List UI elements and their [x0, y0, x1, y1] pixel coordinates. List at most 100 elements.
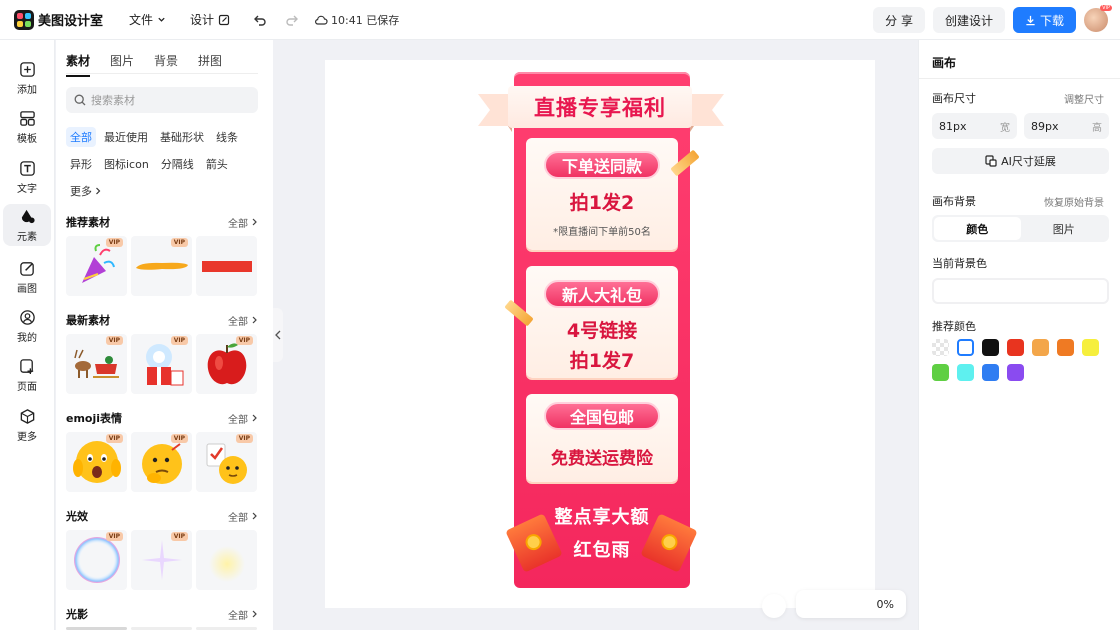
seg-color[interactable]: 颜色: [934, 217, 1021, 240]
undo-icon: [254, 15, 266, 26]
material-thumb[interactable]: VIP: [196, 334, 257, 394]
zoom-control[interactable]: 0%: [796, 590, 906, 618]
zoom-help-button[interactable]: [762, 594, 786, 618]
plus-square-icon: [19, 61, 35, 77]
material-thumb[interactable]: VIP: [131, 236, 192, 296]
share-button[interactable]: 分 享: [873, 7, 925, 33]
vip-tag: VIP: [170, 238, 188, 247]
chip-recent[interactable]: 最近使用: [100, 127, 152, 147]
rail-item-add[interactable]: 添加: [3, 57, 51, 99]
draw-icon: [19, 261, 34, 276]
rail-item-text[interactable]: 文字: [3, 156, 51, 198]
material-thumb[interactable]: VIP: [196, 432, 257, 492]
seg-image[interactable]: 图片: [1021, 217, 1108, 240]
snowglobe-gift-icon: [145, 344, 183, 386]
swatch-light-orange[interactable]: [1032, 339, 1049, 356]
section-emoji-grid: VIP VIP VIP: [66, 432, 261, 492]
design-menu[interactable]: 设计: [190, 11, 230, 28]
swatch-green[interactable]: [932, 364, 949, 381]
search-input[interactable]: [91, 93, 241, 107]
swatch-transparent[interactable]: [932, 339, 949, 356]
chip-more[interactable]: 更多: [66, 181, 106, 201]
restore-bg-link[interactable]: 恢复原始背景: [1044, 194, 1104, 209]
rail-item-page[interactable]: 页面: [3, 354, 51, 396]
chip-irregular[interactable]: 异形: [66, 154, 96, 174]
scared-emoji-icon: [72, 441, 121, 483]
section-all-link[interactable]: 全部: [228, 509, 258, 524]
material-thumb[interactable]: VIP: [66, 236, 127, 296]
search-box[interactable]: [66, 87, 258, 113]
material-thumb[interactable]: VIP: [131, 432, 192, 492]
chip-icons[interactable]: 图标icon: [100, 154, 153, 174]
rail-item-draw[interactable]: 画图: [3, 256, 51, 298]
section-all-link[interactable]: 全部: [228, 215, 258, 230]
chip-arrows[interactable]: 箭头: [202, 154, 232, 174]
rail-item-mine[interactable]: 我的: [3, 305, 51, 347]
canvas-properties-panel: 画布 画布尺寸 调整尺寸 81px 宽 89px 高 AI尺寸延展 画布背景 恢…: [918, 40, 1120, 630]
logo-mark-icon: [14, 9, 34, 30]
rail-item-elements[interactable]: 元素: [3, 204, 51, 246]
chip-lines[interactable]: 线条: [212, 127, 242, 147]
material-thumb[interactable]: VIP: [66, 334, 127, 394]
promo-card-1[interactable]: 下单送同款 拍1发2 *限直播间下单前50名: [526, 138, 678, 250]
material-thumb[interactable]: VIP: [131, 530, 192, 590]
section-title: 最新素材: [66, 314, 110, 327]
download-button[interactable]: 下载: [1012, 7, 1076, 33]
width-value: 81px: [939, 119, 967, 133]
swatch-white[interactable]: [957, 339, 974, 356]
sparkle-icon: [141, 540, 182, 580]
rail-label: 更多: [17, 431, 37, 443]
coin-icon: [522, 531, 545, 553]
chevron-right-icon: [252, 218, 257, 226]
redo-button[interactable]: [284, 12, 300, 28]
chip-all[interactable]: 全部: [66, 127, 96, 147]
swatch-purple[interactable]: [1007, 364, 1024, 381]
current-bg-color-field[interactable]: [932, 278, 1109, 304]
section-all-link[interactable]: 全部: [228, 313, 258, 328]
section-all-link[interactable]: 全部: [228, 607, 258, 622]
vip-badge: VIP: [1100, 5, 1112, 11]
avatar[interactable]: VIP: [1084, 5, 1112, 32]
template-icon: [19, 110, 35, 126]
create-design-button[interactable]: 创建设计: [932, 7, 1005, 33]
zoom-value: 0%: [876, 597, 894, 611]
undo-button[interactable]: [252, 12, 268, 28]
promo-card-2[interactable]: 新人大礼包 4号链接 拍1发7: [526, 266, 678, 378]
swatch-blue[interactable]: [982, 364, 999, 381]
material-thumb[interactable]: [196, 236, 257, 296]
vip-tag: VIP: [235, 336, 253, 345]
panel-collapse-handle[interactable]: [273, 308, 283, 362]
card3-big-text: 免费送运费险: [551, 449, 653, 469]
adjust-size-link[interactable]: 调整尺寸: [1064, 91, 1104, 106]
height-field[interactable]: 89px 高: [1024, 113, 1109, 139]
swatch-orange[interactable]: [1057, 339, 1074, 356]
download-label: 下载: [1039, 13, 1064, 28]
file-menu[interactable]: 文件: [129, 11, 166, 28]
red-apple-icon: [207, 343, 246, 385]
swatch-red[interactable]: [1007, 339, 1024, 356]
swatch-cyan[interactable]: [957, 364, 974, 381]
app-name: 美图设计室: [38, 14, 104, 29]
section-newest-header: 最新素材 全部: [66, 312, 258, 328]
section-all-label: 全部: [228, 512, 248, 524]
chip-dividers[interactable]: 分隔线: [157, 154, 198, 174]
card2-line2: 拍1发7: [569, 350, 635, 372]
app-logo[interactable]: 美图设计室: [14, 9, 104, 30]
material-thumb[interactable]: VIP: [66, 432, 127, 492]
swatch-black[interactable]: [982, 339, 999, 356]
poster-headline[interactable]: 直播专享福利: [508, 86, 692, 128]
section-all-link[interactable]: 全部: [228, 411, 258, 426]
ai-extend-button[interactable]: AI尺寸延展: [932, 148, 1109, 174]
rail-item-template[interactable]: 模板: [3, 106, 51, 148]
section-light-header: 光效 全部: [66, 508, 258, 524]
material-thumb[interactable]: VIP: [66, 530, 127, 590]
swatch-yellow[interactable]: [1082, 339, 1099, 356]
width-field[interactable]: 81px 宽: [932, 113, 1017, 139]
section-newest-grid: VIP VIP VIP: [66, 334, 261, 394]
rail-item-more[interactable]: 更多: [3, 404, 51, 446]
chip-basic-shapes[interactable]: 基础形状: [156, 127, 208, 147]
vip-tag: VIP: [105, 238, 123, 247]
material-thumb[interactable]: VIP: [131, 334, 192, 394]
promo-card-3[interactable]: 全国包邮 免费送运费险: [526, 394, 678, 482]
material-thumb[interactable]: [196, 530, 257, 590]
